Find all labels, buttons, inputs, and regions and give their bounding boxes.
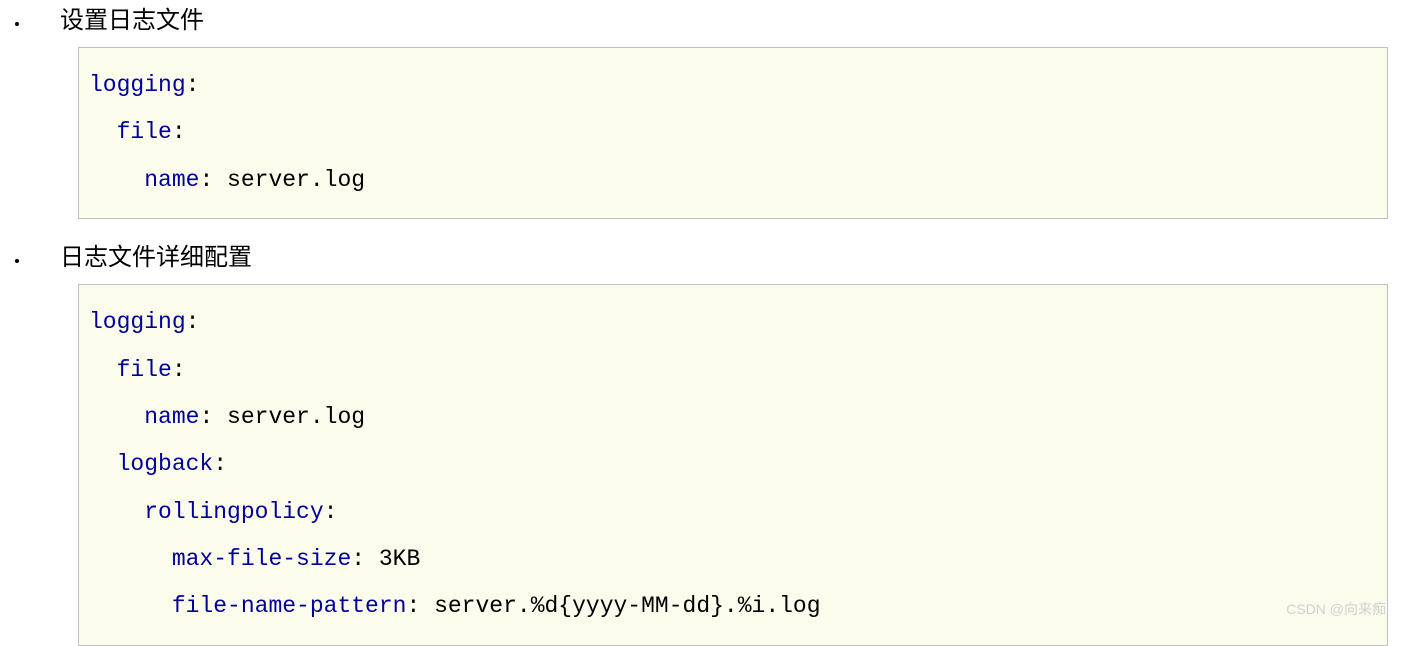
section-1: 设置日志文件 logging: file: name: server.log	[30, 0, 1402, 219]
code-container-2: logging: file: name: server.log logback:…	[78, 284, 1388, 646]
watermark: CSDN @向来痴	[1286, 599, 1386, 619]
code-container-1: logging: file: name: server.log	[78, 47, 1388, 219]
section-2: 日志文件详细配置 logging: file: name: server.log…	[30, 237, 1402, 646]
code-block-2: logging: file: name: server.log logback:…	[78, 284, 1388, 646]
content-list: 设置日志文件 logging: file: name: server.log 日…	[0, 0, 1402, 646]
section-title-1: 设置日志文件	[60, 0, 1402, 35]
code-block-1: logging: file: name: server.log	[78, 47, 1388, 219]
section-title-2: 日志文件详细配置	[60, 237, 1402, 272]
